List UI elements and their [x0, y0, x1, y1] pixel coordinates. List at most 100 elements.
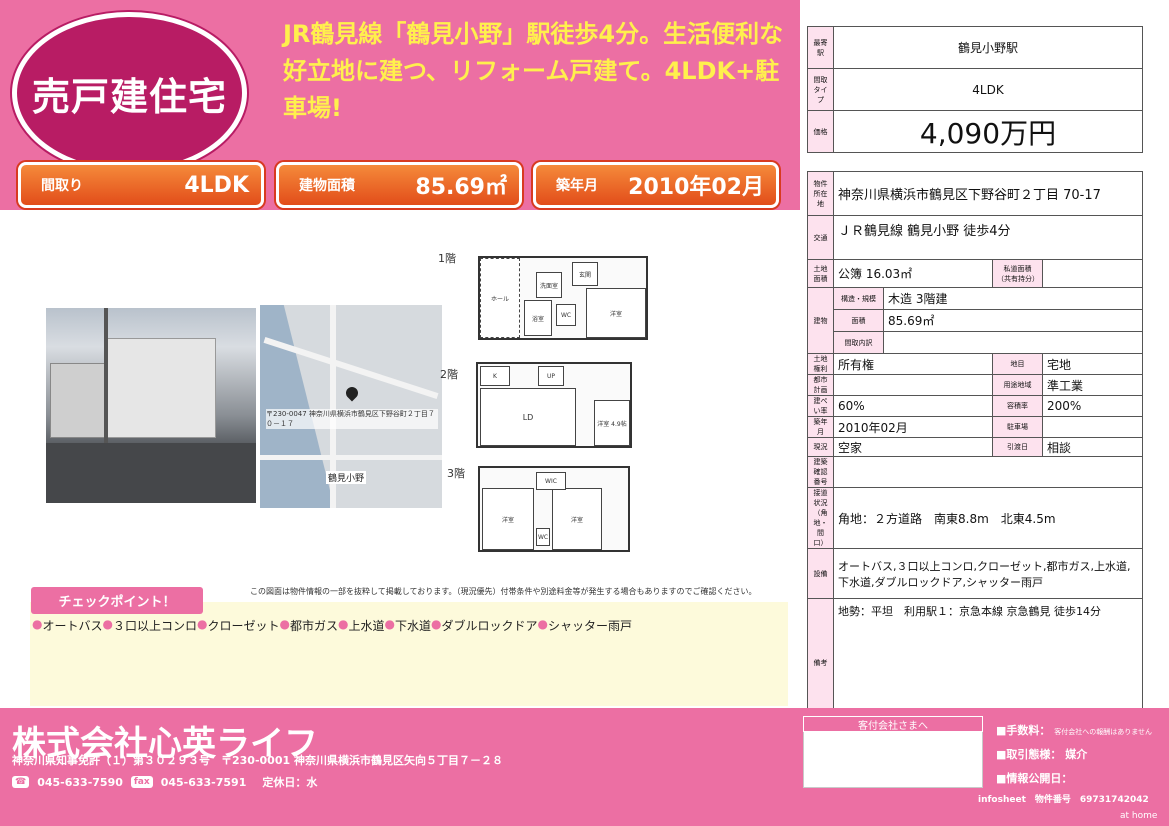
location-pin-icon [343, 384, 361, 402]
details-table: 物件所在地 神奈川県横浜市鶴見区下野谷町２丁目 70-17 交通 ＪＲ鶴見線 鶴… [807, 171, 1143, 727]
checkpoint-list: ● オートバス ● ３口以上コンロ ● クローゼット ● 都市ガス ● 上水道 ● 下水道 … [32, 617, 632, 634]
fee-label: ■手数料： [996, 724, 1051, 737]
room: 洋室 [482, 488, 534, 550]
checkpoint-item: オートバス [42, 619, 103, 633]
phone-number[interactable]: 045-633-7590 [37, 776, 123, 789]
publish-label: ■情報公開日： [996, 772, 1073, 785]
map-road [260, 455, 442, 460]
fax-number: 045-633-7591 [160, 775, 247, 789]
map-station-label: 鶴見小野 [326, 471, 367, 484]
status-key: 現況 [807, 437, 834, 457]
room: 玄関 [572, 262, 598, 286]
company-license: 神奈川県知事免許（１）第３０２９３号 〒230-0001 神奈川県横浜市鶴見区矢… [12, 754, 503, 767]
area-value: 85.69㎡ [883, 309, 1143, 332]
checkpoint-title: チェックポイント！ [31, 587, 203, 614]
fee-note: 客付会社への報酬はありません [1054, 728, 1153, 736]
floor-plan-breakdown-value [883, 331, 1143, 354]
athome-logo: at home [1120, 811, 1158, 821]
location-map: 〒230-0047 神奈川県横浜市鶴見区下野谷町２丁目７０－１７ 鶴見小野 [260, 305, 442, 508]
room: WIC [536, 472, 566, 490]
land-right-value: 所有権 [833, 353, 993, 375]
bcr-value: 60% [833, 395, 993, 417]
zoning-key: 用途地域 [992, 374, 1043, 396]
house-shape [106, 338, 216, 438]
status-value: 空家 [833, 437, 993, 457]
checkpoint-item: ダブルロックドア [441, 619, 538, 633]
land-area-key: 土地面積 [807, 259, 834, 288]
land-category-key: 地目 [992, 353, 1043, 375]
fax-icon: fax [130, 776, 153, 788]
summary-price-key: 価格 [807, 110, 834, 153]
summary-price: 4,090万円 [833, 110, 1143, 153]
address-value: 神奈川県横浜市鶴見区下野谷町２丁目 70-17 [833, 171, 1143, 216]
utility-pole-shape [104, 308, 108, 458]
summary-station-key: 最寄駅 [807, 26, 834, 69]
building-key: 建物 [807, 287, 834, 354]
spec-built-value: 2010年02月 [628, 175, 764, 200]
publish-info: ■情報公開日： [996, 770, 1072, 786]
spec-built: 築年月 2010年02月 [533, 162, 779, 208]
bullet-icon: ● [32, 617, 43, 631]
spec-layout-label: 間取り [41, 178, 83, 194]
built-key: 築年月 [807, 416, 834, 438]
confirm-value [833, 456, 1143, 488]
fee-info: ■手数料： 客付会社への報酬はありません [996, 722, 1152, 738]
room: 洋室 [586, 288, 646, 338]
private-road-key: 私道面積（共有持分） [992, 259, 1043, 288]
bcr-key: 建ぺい率 [807, 395, 834, 417]
transport-value: ＪＲ鶴見線 鶴見小野 徒歩4分 [833, 215, 1143, 260]
floor-plan-breakdown-key: 間取内訳 [833, 331, 884, 354]
bullet-icon: ● [537, 617, 548, 631]
room: K [480, 366, 510, 386]
bullet-icon: ● [338, 617, 349, 631]
room: LD [480, 388, 576, 446]
room: WC [536, 528, 550, 546]
city-plan-key: 都市計画 [807, 374, 834, 396]
checkpoint-item: ３口以上コンロ [112, 619, 197, 633]
parking-value [1042, 416, 1143, 438]
spec-floor-area-value: 85.69㎡ [415, 175, 507, 200]
transport-key: 交通 [807, 215, 834, 260]
spec-layout: 間取り 4LDK [18, 162, 264, 208]
property-type-label: 売戸建住宅 [31, 74, 227, 119]
floor-3-label: 3階 [447, 467, 465, 480]
road-key: 接道状況（角地・間口） [807, 487, 834, 549]
checkpoint-item: クローゼット [207, 619, 280, 633]
checkpoint-item: 下水道 [394, 619, 431, 633]
room: WC [556, 304, 576, 326]
confirm-key: 建築確認番号 [807, 456, 834, 488]
equipment-key: 設備 [807, 548, 834, 599]
checkpoint-item: 都市ガス [289, 619, 338, 633]
summary-table: 最寄駅 鶴見小野駅 間取タイプ 4LDK 価格 4,090万円 [807, 26, 1143, 153]
equipment-value: オートバス,３口以上コンロ,クローゼット,都市ガス,上水道,下水道,ダブルロック… [833, 548, 1143, 599]
address-key: 物件所在地 [807, 171, 834, 216]
handover-key: 引渡日 [992, 437, 1043, 457]
structure-key: 構造・規模 [833, 287, 884, 310]
spec-built-label: 築年月 [556, 178, 598, 194]
bullet-icon: ● [384, 617, 395, 631]
floor-plan-1: 洋室 浴室 洗面室 WC 玄関 ホール [478, 256, 648, 340]
bullet-icon: ● [197, 617, 208, 631]
parking-key: 駐車場 [992, 416, 1043, 438]
floor-plan-3: 洋室 洋室 WIC WC [478, 466, 630, 552]
zoning-value: 準工業 [1042, 374, 1143, 396]
floor-plan-2: LD 洋室 4.9帖 K UP [476, 362, 632, 448]
far-value: 200% [1042, 395, 1143, 417]
holiday: 定休日：水 [262, 776, 318, 789]
floor-plan-disclaimer: この図面は物件情報の一部を抜粋して掲載しております。（現況優先）付帯条件や別途料… [250, 587, 757, 596]
exterior-photo [46, 308, 256, 503]
neighbor-house-shape [50, 363, 108, 438]
floor-1-label: 1階 [438, 252, 456, 265]
bullet-icon: ● [279, 617, 290, 631]
infosheet-id: infosheet 物件番号 69731742042 [978, 795, 1149, 805]
city-plan-value [833, 374, 993, 396]
room: ホール [480, 258, 520, 338]
deal-info: ■取引態様： 媒介 [996, 746, 1087, 762]
summary-station: 鶴見小野駅 [833, 26, 1143, 69]
spec-floor-area-label: 建物面積 [299, 178, 355, 194]
room: 洋室 4.9帖 [594, 400, 630, 446]
land-area-value: 公簿 16.03㎡ [833, 259, 993, 288]
property-type-badge: 売戸建住宅 [12, 12, 247, 174]
summary-layout-key: 間取タイプ [807, 68, 834, 111]
summary-layout: 4LDK [833, 68, 1143, 111]
